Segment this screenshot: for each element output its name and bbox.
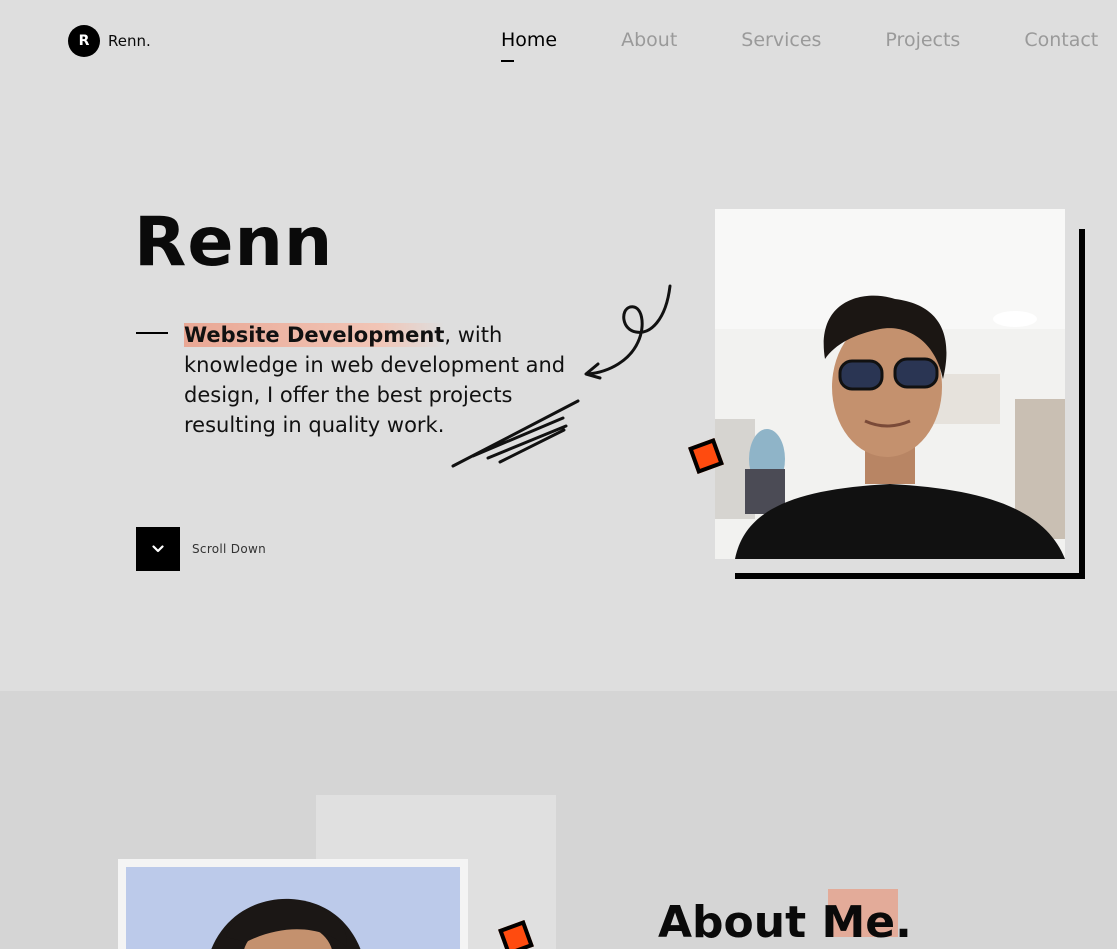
nav-about[interactable]: About <box>621 29 677 51</box>
nav-home[interactable]: Home <box>501 29 557 62</box>
main-nav: Home About Services Projects Contact <box>501 29 1098 62</box>
logo-mark: R <box>68 25 100 57</box>
hero-highlight: Website Development <box>184 323 445 347</box>
brand-logo[interactable]: R Renn. <box>68 25 151 57</box>
scribble-doodle <box>451 399 580 468</box>
about-photo <box>126 867 460 949</box>
nav-contact[interactable]: Contact <box>1024 29 1098 51</box>
scroll-down-label: Scroll Down <box>192 542 267 556</box>
nav-projects[interactable]: Projects <box>885 29 960 51</box>
chevron-down-icon <box>152 545 164 553</box>
about-photo-frame <box>118 859 468 949</box>
hero-title: Renn <box>134 203 334 282</box>
nav-services[interactable]: Services <box>741 29 821 51</box>
brand-name: Renn. <box>108 32 151 50</box>
hero-dash <box>136 332 168 334</box>
scroll-down-button[interactable] <box>136 527 180 571</box>
curly-arrow-doodle <box>584 284 672 380</box>
about-title: About Me. <box>658 897 912 948</box>
profile-photo <box>715 209 1065 559</box>
